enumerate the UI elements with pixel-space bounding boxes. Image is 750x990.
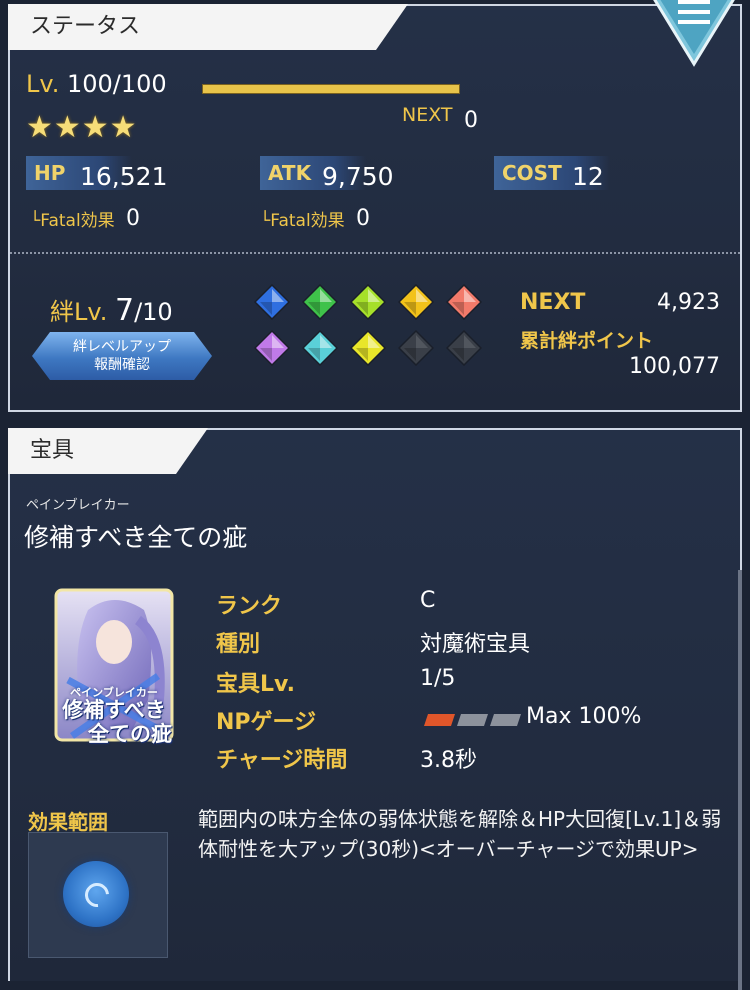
- np-effect-text: 範囲内の味方全体の弱体状態を解除＆HP大回復[Lv.1]＆弱体耐性を大アップ(3…: [198, 807, 722, 861]
- atk-fatal-label: └Fatal効果: [260, 211, 345, 231]
- bond-level-max: /10: [134, 298, 173, 326]
- np-gauge-segment-filled: [424, 714, 455, 726]
- np-gauge-segments: [424, 714, 521, 726]
- bond-gem-lit: [253, 329, 291, 367]
- np-gauge-value: Max 100%: [526, 704, 642, 729]
- cost-value: 12: [572, 162, 604, 191]
- np-level-value: 1/5: [420, 666, 456, 691]
- np-card-title-line2: 全ての疵: [88, 722, 172, 746]
- scrollbar[interactable]: [738, 570, 742, 990]
- bond-gem-lit: [445, 283, 483, 321]
- type-label: 種別: [216, 632, 261, 657]
- status-panel: ステータス Lv. 100/100 NEXT 0 ★★★★ HP 16,521 …: [8, 4, 742, 412]
- bond-gem-lit: [397, 283, 435, 321]
- menu-icon: [653, 0, 735, 67]
- bond-gems: [253, 283, 494, 374]
- np-header: 宝具: [8, 428, 208, 474]
- hp-value: 16,521: [80, 162, 168, 191]
- np-gauge-bar: [424, 711, 524, 726]
- effect-range-label: 効果範囲: [28, 810, 108, 834]
- np-card-image: ペインブレイカー 修補すべき 全ての疵: [48, 580, 180, 750]
- bond-gem-lit: [301, 329, 339, 367]
- next-exp-label: NEXT: [402, 104, 453, 126]
- bond-gem-empty: [397, 329, 435, 367]
- bond-level-label: 絆Lv.: [50, 298, 108, 326]
- bond-reward-button[interactable]: 絆レベルアップ 報酬確認: [32, 332, 212, 380]
- rank-label: ランク: [216, 594, 283, 619]
- bond-next-value: 4,923: [657, 290, 720, 315]
- atk-value: 9,750: [322, 162, 394, 191]
- noble-phantasm-panel: 宝具 ペインブレイカー 修補すべき全ての疵 ペインブレイカー 修補すべき 全ての…: [8, 428, 742, 990]
- np-ruby: ペインブレイカー: [26, 498, 130, 513]
- range-target-icon: [63, 861, 129, 927]
- np-level-label: 宝具Lv.: [216, 672, 295, 697]
- bond-level-value: 7: [114, 293, 135, 328]
- rank-value: C: [420, 588, 436, 613]
- level-label: Lv.: [26, 70, 60, 98]
- type-value: 対魔術宝具: [420, 632, 531, 657]
- bond-reward-button-line1: 絆レベルアップ: [73, 339, 171, 355]
- bond-level: 絆Lv. 7/10: [50, 292, 173, 328]
- charge-time-value: 3.8秒: [420, 748, 477, 773]
- bond-gem-empty: [445, 329, 483, 367]
- bond-gem-lit: [301, 283, 339, 321]
- np-gauge-segment-empty: [457, 714, 488, 726]
- bond-gem-lit: [349, 283, 387, 321]
- hp-fatal-value: 0: [126, 206, 140, 231]
- np-gauge-label: NPゲージ: [216, 710, 317, 735]
- rarity-stars: ★★★★: [26, 110, 138, 145]
- level-display: Lv. 100/100: [26, 70, 167, 98]
- np-gauge-segment-empty: [490, 714, 521, 726]
- bond-total-label: 累計絆ポイント: [520, 330, 654, 352]
- next-exp-value: 0: [464, 108, 478, 133]
- divider: [10, 252, 740, 254]
- exp-bar: [202, 84, 460, 94]
- effect-range-box: [28, 832, 168, 958]
- bond-reward-button-line2: 報酬確認: [94, 357, 150, 373]
- charge-time-label: チャージ時間: [216, 748, 348, 773]
- np-name: 修補すべき全ての疵: [24, 523, 248, 552]
- level-value: 100/100: [66, 70, 167, 98]
- atk-fatal-value: 0: [356, 206, 370, 231]
- status-header: ステータス: [8, 4, 408, 50]
- hp-fatal-label: └Fatal効果: [30, 211, 115, 231]
- bond-gem-lit: [253, 283, 291, 321]
- bond-total-value: 100,077: [629, 354, 720, 379]
- bond-next-label: NEXT: [520, 290, 586, 315]
- menu-button[interactable]: [644, 0, 744, 67]
- bond-gem-lit: [349, 329, 387, 367]
